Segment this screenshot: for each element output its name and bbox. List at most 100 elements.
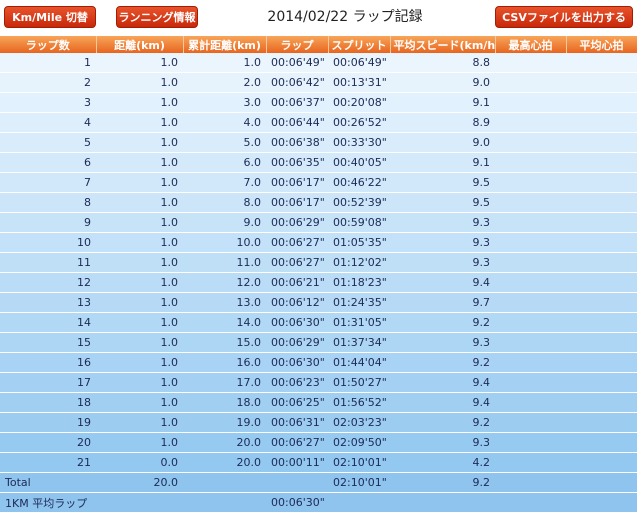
- column-header-cumulative-distance[interactable]: 累計距離(km): [183, 36, 267, 53]
- lap-cumulative-distance: 14.0: [183, 312, 266, 333]
- lap-average-heart-rate: [566, 72, 637, 93]
- lap-number: 4: [0, 112, 96, 133]
- table-row: 1 1.0 1.0 00:06'49" 00:06'49" 8.8: [0, 53, 637, 73]
- average-lap-distance: [96, 492, 183, 513]
- lap-split: 01:50'27": [328, 372, 390, 393]
- lap-time: 00:00'11": [266, 452, 328, 473]
- lap-average-speed: 9.4: [390, 272, 495, 293]
- lap-split: 01:12'02": [328, 252, 390, 273]
- lap-average-heart-rate: [566, 132, 637, 153]
- lap-number: 19: [0, 412, 96, 433]
- lap-distance: 1.0: [96, 212, 183, 233]
- lap-average-heart-rate: [566, 372, 637, 393]
- lap-split: 01:56'52": [328, 392, 390, 413]
- lap-split: 00:13'31": [328, 72, 390, 93]
- export-csv-button[interactable]: CSVファイルを出力する: [495, 6, 633, 28]
- table-row: 18 1.0 18.0 00:06'25" 01:56'52" 9.4: [0, 392, 637, 413]
- table-row: 9 1.0 9.0 00:06'29" 00:59'08" 9.3: [0, 212, 637, 233]
- lap-distance: 1.0: [96, 392, 183, 413]
- lap-max-heart-rate: [495, 372, 566, 393]
- lap-split: 01:37'34": [328, 332, 390, 353]
- lap-average-heart-rate: [566, 112, 637, 133]
- column-header-average-speed[interactable]: 平均スピード(km/h): [390, 36, 496, 53]
- column-header-max-heart-rate[interactable]: 最高心拍: [495, 36, 567, 53]
- column-header-lap-time[interactable]: ラップ: [266, 36, 329, 53]
- lap-number: 1: [0, 53, 96, 73]
- table-row: 3 1.0 3.0 00:06'37" 00:20'08" 9.1: [0, 92, 637, 113]
- column-header-lap[interactable]: ラップ数: [0, 36, 97, 53]
- lap-max-heart-rate: [495, 152, 566, 173]
- lap-max-heart-rate: [495, 172, 566, 193]
- lap-split: 00:20'08": [328, 92, 390, 113]
- lap-split: 02:09'50": [328, 432, 390, 453]
- lap-average-heart-rate: [566, 392, 637, 413]
- lap-distance: 1.0: [96, 53, 183, 73]
- lap-distance: 1.0: [96, 192, 183, 213]
- column-header-distance[interactable]: 距離(km): [96, 36, 184, 53]
- lap-number: 13: [0, 292, 96, 313]
- average-lap-speed: [390, 492, 495, 513]
- lap-time: 00:06'30": [266, 312, 328, 333]
- lap-number: 15: [0, 332, 96, 353]
- average-lap-average-heart-rate: [566, 492, 637, 513]
- lap-average-speed: 9.3: [390, 212, 495, 233]
- running-info-button[interactable]: ランニング情報: [116, 6, 198, 28]
- table-row: 20 1.0 20.0 00:06'27" 02:09'50" 9.3: [0, 432, 637, 453]
- lap-max-heart-rate: [495, 412, 566, 433]
- lap-distance: 1.0: [96, 72, 183, 93]
- column-header-average-heart-rate[interactable]: 平均心拍: [566, 36, 637, 53]
- lap-split: 02:03'23": [328, 412, 390, 433]
- table-row: 15 1.0 15.0 00:06'29" 01:37'34" 9.3: [0, 332, 637, 353]
- lap-average-speed: 8.8: [390, 53, 495, 73]
- lap-average-heart-rate: [566, 192, 637, 213]
- lap-split: 00:52'39": [328, 192, 390, 213]
- lap-cumulative-distance: 13.0: [183, 292, 266, 313]
- lap-split: 00:46'22": [328, 172, 390, 193]
- lap-number: 18: [0, 392, 96, 413]
- lap-distance: 1.0: [96, 152, 183, 173]
- lap-split: 00:26'52": [328, 112, 390, 133]
- lap-distance: 1.0: [96, 172, 183, 193]
- table-row: 17 1.0 17.0 00:06'23" 01:50'27" 9.4: [0, 372, 637, 393]
- lap-average-speed: 9.0: [390, 132, 495, 153]
- column-header-split[interactable]: スプリット: [328, 36, 391, 53]
- lap-average-speed: 9.2: [390, 312, 495, 333]
- lap-number: 14: [0, 312, 96, 333]
- lap-average-heart-rate: [566, 292, 637, 313]
- km-mile-toggle-button[interactable]: Km/Mile 切替: [4, 6, 96, 28]
- lap-average-heart-rate: [566, 92, 637, 113]
- page-title: 2014/02/22 ラップ記録: [267, 9, 423, 25]
- table-row: 19 1.0 19.0 00:06'31" 02:03'23" 9.2: [0, 412, 637, 433]
- lap-time: 00:06'27": [266, 232, 328, 253]
- lap-cumulative-distance: 9.0: [183, 212, 266, 233]
- lap-distance: 1.0: [96, 332, 183, 353]
- lap-time: 00:06'49": [266, 53, 328, 73]
- lap-cumulative-distance: 20.0: [183, 452, 266, 473]
- lap-average-speed: 9.5: [390, 172, 495, 193]
- average-lap-split: [328, 492, 390, 513]
- average-lap-row: 1KM 平均ラップ 00:06'30": [0, 492, 637, 513]
- lap-max-heart-rate: [495, 132, 566, 153]
- lap-cumulative-distance: 6.0: [183, 152, 266, 173]
- table-row: 6 1.0 6.0 00:06'35" 00:40'05" 9.1: [0, 152, 637, 173]
- lap-average-heart-rate: [566, 412, 637, 433]
- table-row: 4 1.0 4.0 00:06'44" 00:26'52" 8.9: [0, 112, 637, 133]
- lap-average-heart-rate: [566, 312, 637, 333]
- lap-cumulative-distance: 5.0: [183, 132, 266, 153]
- lap-average-speed: 9.3: [390, 432, 495, 453]
- lap-average-speed: 9.0: [390, 72, 495, 93]
- lap-average-speed: 9.1: [390, 152, 495, 173]
- lap-cumulative-distance: 8.0: [183, 192, 266, 213]
- lap-time: 00:06'27": [266, 432, 328, 453]
- lap-cumulative-distance: 10.0: [183, 232, 266, 253]
- lap-max-heart-rate: [495, 392, 566, 413]
- lap-max-heart-rate: [495, 212, 566, 233]
- lap-cumulative-distance: 4.0: [183, 112, 266, 133]
- lap-max-heart-rate: [495, 252, 566, 273]
- lap-distance: 1.0: [96, 272, 183, 293]
- lap-distance: 1.0: [96, 232, 183, 253]
- total-average-heart-rate: [566, 472, 637, 493]
- lap-average-speed: 9.4: [390, 372, 495, 393]
- lap-cumulative-distance: 19.0: [183, 412, 266, 433]
- lap-cumulative-distance: 17.0: [183, 372, 266, 393]
